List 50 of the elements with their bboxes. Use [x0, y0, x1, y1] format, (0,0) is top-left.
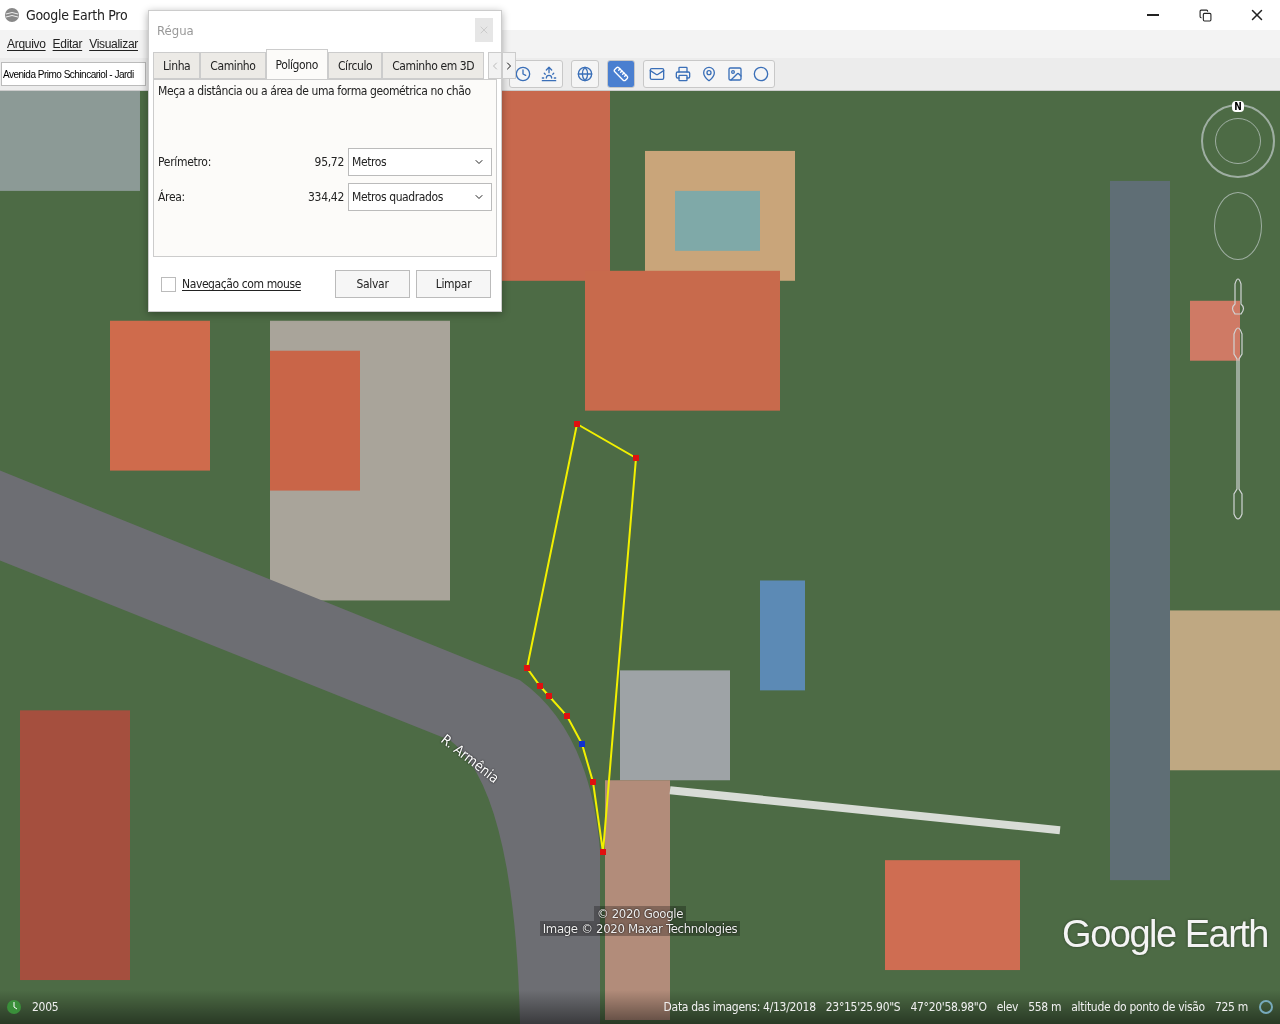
- mail-icon: [649, 66, 665, 82]
- dialog-title: Régua: [157, 22, 195, 38]
- measure-label: Área:: [158, 189, 186, 204]
- copyright-text: Image © 2020 Maxar Technologies: [539, 921, 741, 936]
- map-pin-icon: [701, 66, 717, 82]
- history-year: 2005: [32, 1000, 59, 1014]
- latitude: 23°15'25.90"S: [825, 1000, 901, 1014]
- logo-text: Google Earth: [1062, 913, 1268, 956]
- eye-altitude-label: altitude do ponto de visão: [1071, 1000, 1205, 1014]
- checkbox-label: Navegação com mouse: [182, 277, 302, 291]
- menu-item[interactable]: Editar: [49, 37, 86, 51]
- longitude: 47°20'58.98"O: [910, 1000, 987, 1014]
- ruler-icon: [613, 66, 629, 82]
- image-date: Data das imagens: 4/13/2018: [663, 1000, 816, 1014]
- measure-label: Perímetro:: [158, 154, 212, 169]
- clock-icon: [515, 66, 531, 82]
- tab-scroll-right-button[interactable]: [502, 52, 517, 79]
- tab[interactable]: Caminho: [200, 52, 266, 79]
- restore-icon: [1198, 8, 1212, 22]
- tab[interactable]: Polígono: [265, 49, 328, 79]
- measure-value: 95,72: [314, 154, 344, 169]
- copyright-text: © 2020 Google: [593, 906, 687, 921]
- tab[interactable]: Caminho em 3D: [382, 52, 485, 79]
- description-text: Meça a distância ou a área de uma forma geométrica no chão: [158, 84, 472, 98]
- history-clock-icon[interactable]: [6, 999, 22, 1015]
- unit-dropdown[interactable]: Metros: [348, 147, 492, 176]
- measure-value: 334,42: [308, 189, 344, 204]
- elevation-label: elev: [996, 1000, 1019, 1014]
- checkbox[interactable]: [161, 276, 176, 292]
- save-button[interactable]: Salvar: [335, 270, 410, 298]
- sunrise-icon: [541, 66, 557, 82]
- clear-button[interactable]: Limpar: [416, 270, 491, 298]
- window-title: Google Earth Pro: [26, 7, 129, 23]
- close-icon: [478, 24, 490, 36]
- app-logo-icon: [4, 7, 20, 23]
- ruler-button[interactable]: [608, 61, 634, 87]
- tab[interactable]: Círculo: [327, 52, 383, 79]
- minimize-icon: [1147, 14, 1159, 16]
- menu-item[interactable]: Visualizar: [86, 37, 141, 51]
- printer-icon: [675, 66, 691, 82]
- picture-icon: [727, 66, 743, 82]
- elevation-value: 558 m: [1028, 1000, 1062, 1014]
- eye-altitude-value: 725 m: [1214, 1000, 1248, 1014]
- menu-item[interactable]: Arquivo: [4, 37, 49, 51]
- search-field[interactable]: Avenida Primo Schincariol - Jardi: [1, 62, 146, 86]
- tab[interactable]: Linha: [153, 52, 201, 79]
- north-label: N: [1232, 101, 1244, 112]
- unit-dropdown[interactable]: Metros quadrados: [348, 182, 492, 211]
- streaming-ring-icon: [1258, 999, 1274, 1015]
- compass-control[interactable]: [1201, 104, 1275, 178]
